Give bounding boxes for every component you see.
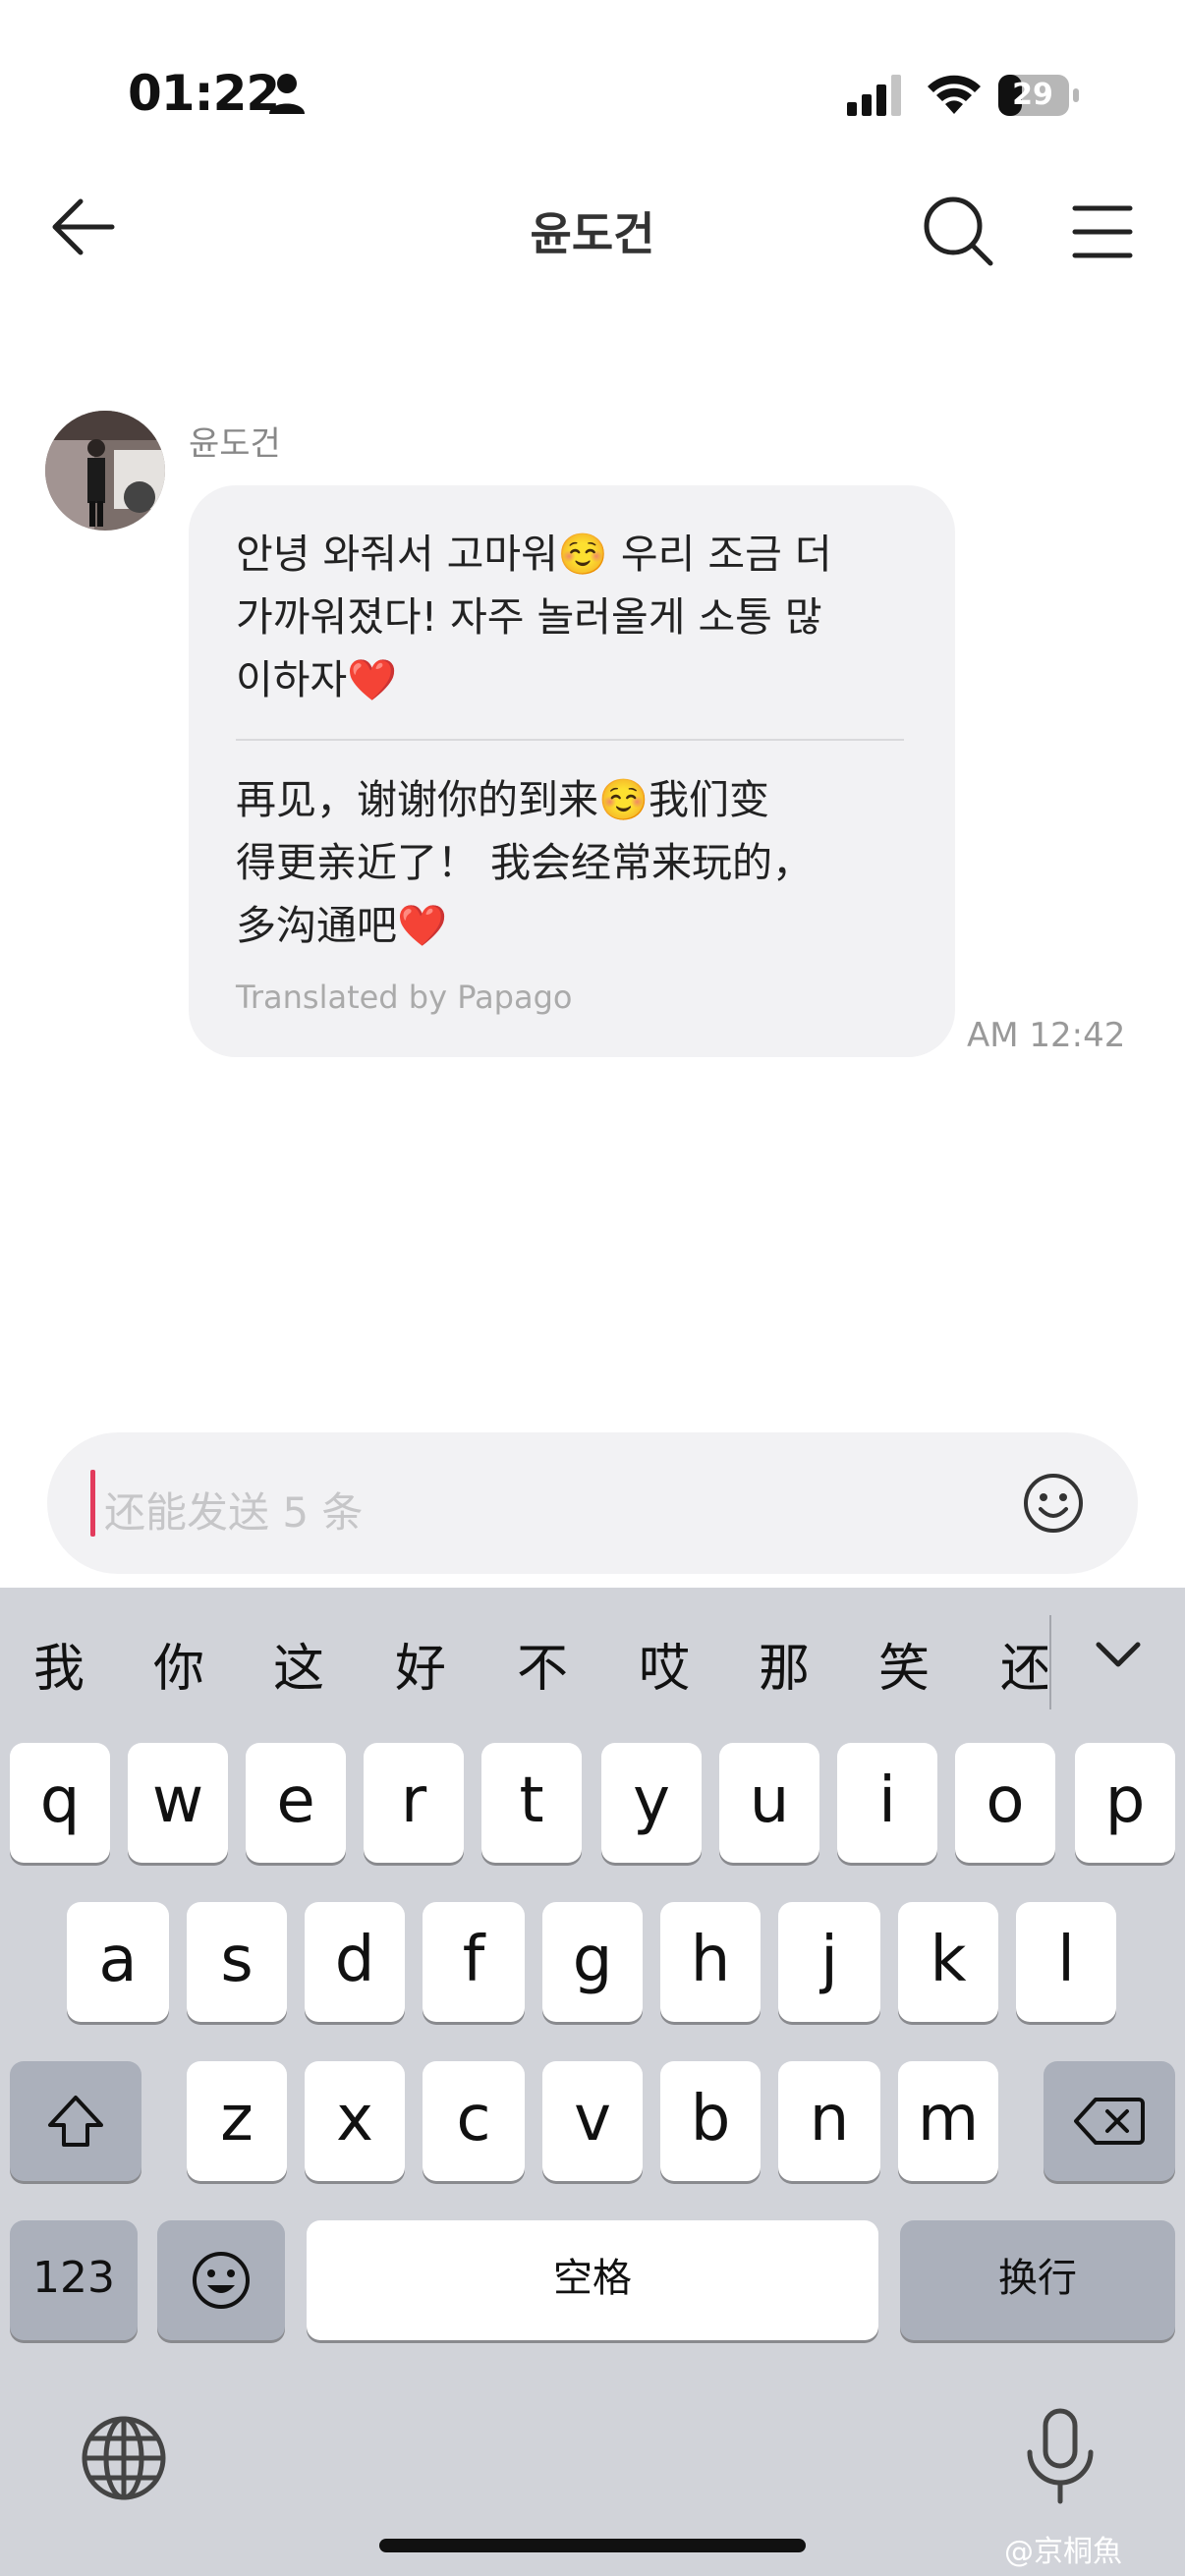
key-r[interactable]: r	[364, 1743, 464, 1863]
candidate-word[interactable]: 这	[273, 1627, 324, 1701]
message-time: AM 12:42	[967, 1016, 1126, 1055]
message-line: 再见，谢谢你的到来☺️我们变	[236, 776, 770, 823]
translated-by-label: Translated by Papago	[236, 979, 573, 1016]
candidate-word[interactable]: 那	[759, 1627, 810, 1701]
candidate-word[interactable]: 你	[153, 1627, 204, 1701]
key-h[interactable]: h	[660, 1902, 761, 2022]
key-m[interactable]: m	[898, 2061, 998, 2181]
chevron-down-icon[interactable]	[1091, 1627, 1146, 1682]
key-s[interactable]: s	[187, 1902, 287, 2022]
key-u[interactable]: u	[719, 1743, 819, 1863]
key-g[interactable]: g	[542, 1902, 643, 2022]
key-w[interactable]: w	[128, 1743, 228, 1863]
key-a[interactable]: a	[67, 1902, 169, 2022]
shift-key[interactable]	[10, 2061, 141, 2181]
key-z[interactable]: z	[187, 2061, 287, 2181]
key-k[interactable]: k	[898, 1902, 998, 2022]
key-l[interactable]: l	[1016, 1902, 1116, 2022]
message-original-text: 안녕 와줘서 고마워☺️ 우리 조금 더 가까워졌다! 자주 놀러올게 소통 많…	[236, 523, 924, 711]
smiley-icon[interactable]	[1022, 1472, 1085, 1535]
message-bubble[interactable]: 안녕 와줘서 고마워☺️ 우리 조금 더 가까워졌다! 자주 놀러올게 소통 많…	[189, 485, 955, 1057]
key-n[interactable]: n	[778, 2061, 880, 2181]
menu-icon[interactable]	[1071, 200, 1134, 263]
message-translated-text: 再见，谢谢你的到来☺️我们变 得更亲近了！ 我会经常来玩的， 多沟通吧❤️	[236, 768, 924, 957]
key-d[interactable]: d	[305, 1902, 405, 2022]
key-f[interactable]: f	[423, 1902, 525, 2022]
candidate-word[interactable]: 哎	[639, 1627, 690, 1701]
key-t[interactable]: t	[481, 1743, 582, 1863]
status-time: 01:22	[128, 65, 280, 122]
message-input[interactable]: 还能发送 5 条	[47, 1432, 1138, 1574]
home-indicator	[379, 2539, 806, 2552]
candidate-divider	[1049, 1615, 1051, 1709]
message-line: 가까워졌다! 자주 놀러올게 소통 많	[236, 593, 822, 641]
search-icon[interactable]	[920, 193, 998, 271]
candidate-word[interactable]: 我	[33, 1627, 85, 1701]
key-p[interactable]: p	[1075, 1743, 1175, 1863]
wifi-icon	[928, 75, 981, 114]
numbers-key[interactable]: 123	[10, 2220, 138, 2340]
message-line: 이하자❤️	[236, 656, 398, 703]
message-line: 안녕 와줘서 고마워☺️ 우리 조금 더	[236, 531, 832, 578]
shift-icon	[48, 2096, 103, 2147]
battery-level: 29	[1012, 78, 1053, 112]
candidate-word[interactable]: 还	[1000, 1627, 1047, 1701]
key-i[interactable]: i	[837, 1743, 937, 1863]
message-line: 得更亲近了！ 我会经常来玩的，	[236, 839, 814, 886]
person-icon	[269, 74, 305, 114]
delete-key[interactable]	[1044, 2061, 1175, 2181]
key-e[interactable]: e	[246, 1743, 346, 1863]
sender-name: 윤도건	[189, 424, 281, 464]
return-key[interactable]: 换行	[900, 2220, 1175, 2340]
key-o[interactable]: o	[955, 1743, 1055, 1863]
watermark: @京桐魚	[1004, 2535, 1122, 2569]
key-q[interactable]: q	[10, 1743, 110, 1863]
key-y[interactable]: y	[601, 1743, 702, 1863]
message-line: 多沟通吧❤️	[236, 902, 448, 949]
key-x[interactable]: x	[305, 2061, 405, 2181]
translation-divider	[236, 739, 904, 741]
text-cursor	[90, 1470, 95, 1537]
input-placeholder: 还能发送 5 条	[104, 1488, 364, 1537]
microphone-icon[interactable]	[1022, 2407, 1099, 2505]
candidate-word[interactable]: 好	[395, 1627, 446, 1701]
globe-icon[interactable]	[79, 2413, 169, 2503]
emoji-key-icon	[193, 2252, 250, 2309]
space-key[interactable]: 空格	[307, 2220, 878, 2340]
signal-icon	[847, 75, 901, 116]
candidate-word[interactable]: 不	[517, 1627, 568, 1701]
battery-icon: 29	[998, 75, 1081, 116]
emoji-key[interactable]	[157, 2220, 285, 2340]
key-c[interactable]: c	[423, 2061, 525, 2181]
keyboard: 我 你 这 好 不 哎 那 笑 还 q w e r t y u i o p a …	[0, 1588, 1185, 2576]
page-title: 윤도건	[530, 207, 655, 260]
delete-icon	[1074, 2098, 1145, 2145]
candidate-word[interactable]: 笑	[878, 1627, 930, 1701]
key-v[interactable]: v	[542, 2061, 643, 2181]
avatar[interactable]	[45, 411, 165, 531]
key-j[interactable]: j	[778, 1902, 880, 2022]
key-b[interactable]: b	[660, 2061, 761, 2181]
candidate-bar: 我 你 这 好 不 哎 那 笑 还	[0, 1588, 1185, 1725]
